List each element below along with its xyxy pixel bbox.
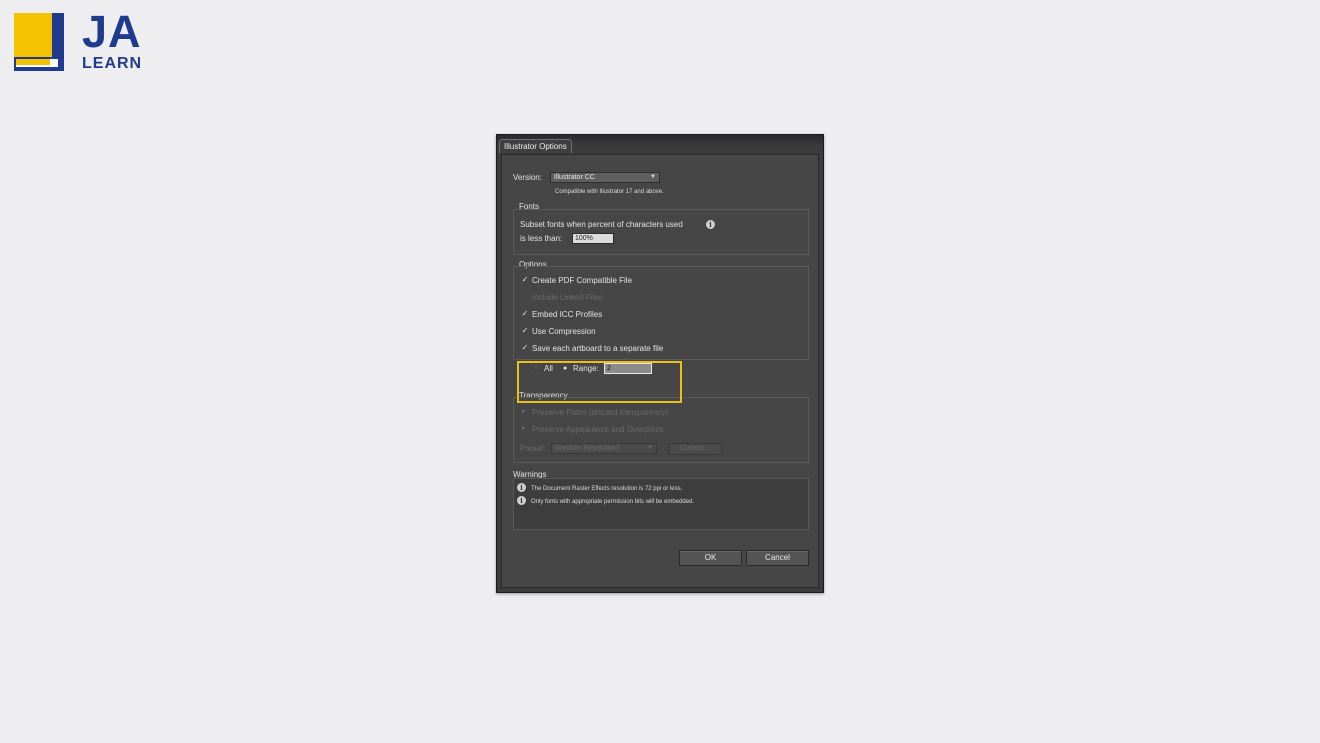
custom-button[interactable]: Custom...	[668, 443, 722, 455]
subset-fonts-label-2: is less than:	[520, 234, 563, 243]
include-linked-checkbox[interactable]: □	[521, 293, 529, 301]
warning-info-icon: i	[517, 496, 526, 505]
warning-item: The Document Raster Effects resolution i…	[531, 486, 683, 492]
version-select[interactable]: Illustrator CC ▼	[550, 172, 660, 183]
use-compression-checkbox[interactable]: ✓	[521, 327, 529, 335]
use-compression-label: Use Compression	[532, 327, 596, 336]
version-label: Version:	[513, 173, 542, 182]
info-icon[interactable]: i	[706, 220, 715, 229]
create-pdf-checkbox[interactable]: ✓	[521, 276, 529, 284]
preset-select-value: [Medium Resolution]	[555, 445, 619, 452]
illustrator-options-dialog: Illustrator Options Version: Illustrator…	[496, 134, 824, 593]
preserve-appearance-radio[interactable]: ●	[521, 425, 525, 433]
fonts-group	[513, 209, 809, 255]
warning-item: Only fonts with appropriate permission b…	[531, 499, 695, 505]
preset-select[interactable]: [Medium Resolution] ▼	[551, 443, 657, 454]
preserve-appearance-label: Preserve Appearance and Overprints	[532, 425, 664, 434]
ja-logo-mark-icon	[14, 13, 64, 71]
version-compat-note: Compatible with Illustrator 17 and above…	[555, 189, 664, 195]
version-select-value: Illustrator CC	[554, 174, 595, 181]
subset-percent-input[interactable]: 100%	[572, 233, 614, 244]
warning-info-icon: i	[517, 483, 526, 492]
ok-button[interactable]: OK	[679, 550, 742, 566]
include-linked-label: Include Linked Files	[532, 293, 603, 302]
subset-fonts-label-1: Subset fonts when percent of characters …	[520, 220, 683, 229]
logo-ja-text: JA	[82, 6, 142, 57]
preserve-paths-label: Preserve Paths (discard transparency)	[532, 408, 669, 417]
dialog-title: Illustrator Options	[499, 139, 572, 153]
warnings-list: i The Document Raster Effects resolution…	[513, 478, 809, 530]
preserve-paths-radio[interactable]: ●	[521, 408, 525, 416]
chevron-down-icon: ▼	[650, 174, 656, 180]
embed-icc-checkbox[interactable]: ✓	[521, 310, 529, 318]
highlight-box	[517, 361, 682, 403]
dialog-titlebar[interactable]: Illustrator Options	[497, 135, 823, 154]
ja-learn-logo: JA LEARN	[14, 9, 159, 75]
chevron-down-icon: ▼	[647, 445, 653, 451]
save-each-artboard-label: Save each artboard to a separate file	[532, 344, 664, 353]
dialog-body: Version: Illustrator CC ▼ Compatible wit…	[501, 154, 819, 588]
create-pdf-label: Create PDF Compatible File	[532, 276, 633, 285]
embed-icc-label: Embed ICC Profiles	[532, 310, 603, 319]
cancel-button[interactable]: Cancel	[746, 550, 809, 566]
preset-label: Preset:	[520, 444, 546, 453]
logo-learn-text: LEARN	[82, 55, 143, 72]
save-each-artboard-checkbox[interactable]: ✓	[521, 344, 529, 352]
